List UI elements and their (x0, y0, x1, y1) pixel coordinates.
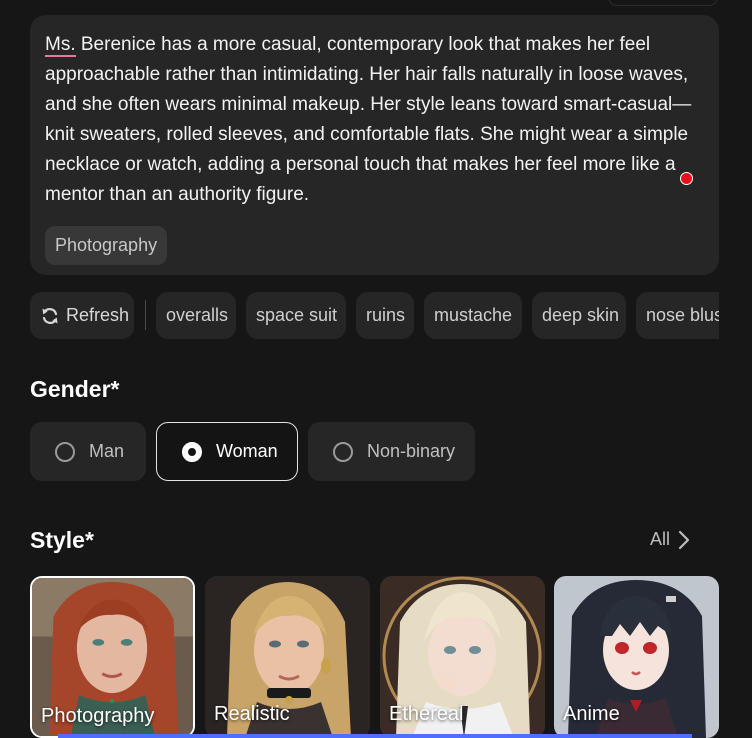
prompt-text[interactable]: Ms. Berenice has a more casual, contempo… (45, 30, 695, 210)
radio-man[interactable] (55, 441, 75, 462)
refresh-label: Refresh (66, 305, 130, 325)
all-label: All (650, 529, 671, 549)
refresh-icon (42, 307, 58, 324)
style-card-realistic[interactable]: Realistic (205, 576, 370, 738)
chip-nose-blush[interactable]: nose blush (636, 292, 719, 339)
prompt-box[interactable]: Ms. Berenice has a more casual, contempo… (30, 15, 719, 275)
chip-divider (145, 300, 146, 330)
gender-title: Gender* (30, 376, 120, 402)
style-card-photography[interactable]: Photography (30, 576, 195, 738)
gender-option-woman[interactable]: Woman (156, 422, 298, 481)
radio-non-binary[interactable] (333, 441, 353, 462)
style-label-ethereal: Ethereal (389, 703, 464, 725)
refresh-button[interactable]: Refresh (30, 292, 134, 339)
gender-label-man: Man (89, 441, 125, 461)
radio-woman[interactable] (182, 441, 202, 462)
gender-option-non-binary[interactable]: Non-binary (308, 422, 475, 481)
recording-dot (680, 172, 693, 185)
prompt-body: Berenice has a more casual, contemporary… (45, 34, 692, 205)
chip-deep-skin[interactable]: deep skin (532, 292, 626, 339)
gender-label-woman: Woman (216, 441, 278, 461)
style-label-photography: Photography (41, 705, 155, 727)
top-menu-pill[interactable] (608, 0, 718, 6)
gender-option-man[interactable]: Man (30, 422, 146, 481)
style-label-anime: Anime (563, 703, 620, 725)
chip-space-suit[interactable]: space suit (246, 292, 346, 339)
suggestion-chips: Refresh overalls space suit ruins mustac… (30, 292, 719, 340)
style-card-ethereal[interactable]: Ethereal (380, 576, 545, 738)
style-all-link[interactable]: All (650, 529, 690, 550)
gender-label-non-binary: Non-binary (367, 441, 456, 461)
style-card-anime[interactable]: Anime (554, 576, 719, 738)
style-label-realistic: Realistic (214, 703, 290, 725)
bottom-scroll-indicator (58, 734, 692, 738)
prompt-tag[interactable]: Photography (45, 226, 168, 265)
prompt-spell-flag: Ms. (45, 34, 76, 57)
style-title: Style* (30, 527, 94, 553)
chevron-right-icon (678, 530, 690, 549)
chip-ruins[interactable]: ruins (356, 292, 414, 339)
chip-overalls[interactable]: overalls (156, 292, 236, 339)
chip-mustache[interactable]: mustache (424, 292, 522, 339)
